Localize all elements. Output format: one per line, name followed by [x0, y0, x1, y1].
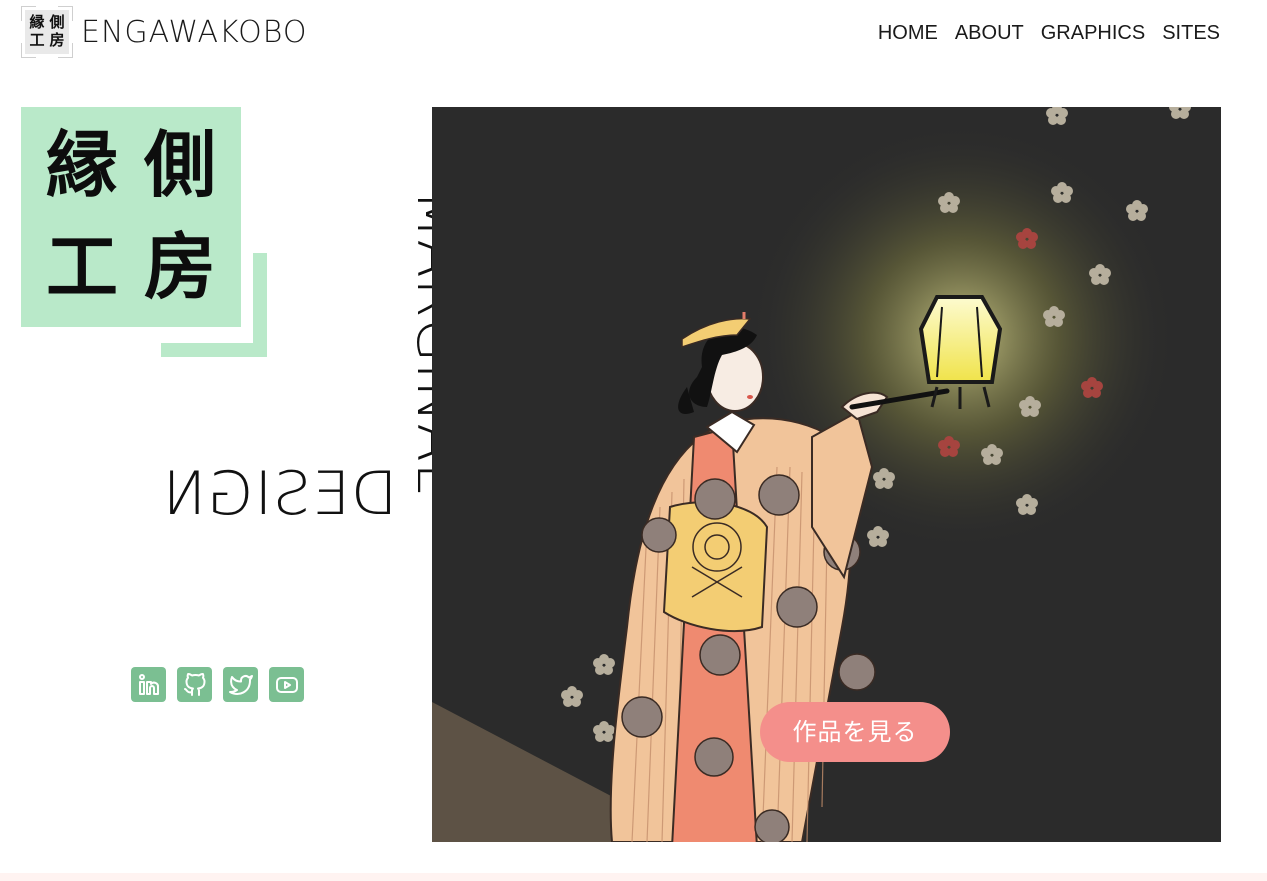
obi-sash [662, 501, 769, 633]
logo-char: 縁 [29, 13, 45, 31]
youtube-link[interactable] [269, 667, 304, 702]
nav-home[interactable]: HOME [878, 20, 938, 46]
view-works-button[interactable]: 作品を見る [760, 702, 950, 762]
logo-char: 側 [49, 13, 65, 31]
kanji-char: 房 [143, 225, 216, 309]
nav-sites[interactable]: SITES [1162, 20, 1220, 46]
linkedin-link[interactable] [131, 667, 166, 702]
lips [747, 395, 753, 399]
twitter-link[interactable] [223, 667, 258, 702]
twitter-icon [228, 674, 253, 695]
brand-name[interactable]: ENGAWAKOBO [81, 14, 307, 52]
github-link[interactable] [177, 667, 212, 702]
footer-strip [0, 873, 1267, 881]
nav-about[interactable]: ABOUT [955, 20, 1024, 46]
main-nav: HOME ABOUT GRAPHICS SITES [878, 20, 1220, 46]
logo-mark[interactable]: 縁 側 工 房 [20, 5, 74, 59]
github-icon [183, 672, 205, 696]
logo-mark-inner: 縁 側 工 房 [25, 10, 69, 54]
kanji-char: 縁 [45, 123, 118, 207]
kanji-title-block: 縁 側 工 房 [21, 107, 241, 327]
logo-char: 工 [29, 31, 45, 49]
kanji-char: 側 [143, 123, 216, 207]
linkedin-icon [138, 673, 159, 695]
logo-char: 房 [49, 31, 65, 49]
social-links [131, 667, 304, 702]
mirrored-word: DESIGN [160, 459, 398, 529]
youtube-icon [275, 676, 298, 693]
kanji-char: 工 [45, 225, 118, 309]
nav-graphics[interactable]: GRAPHICS [1041, 20, 1145, 46]
